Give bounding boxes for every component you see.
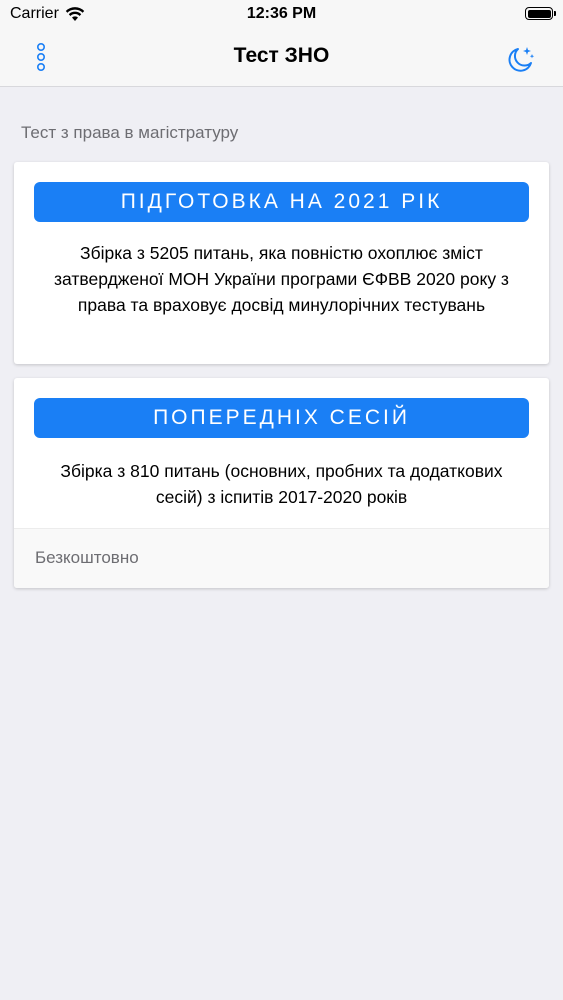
- preparation-2021-button[interactable]: ПІДГОТОВКА НА 2021 РІК: [34, 182, 529, 222]
- moon-stars-icon: [508, 47, 535, 72]
- night-mode-button[interactable]: [505, 44, 537, 74]
- card-preparation-2021: ПІДГОТОВКА НА 2021 РІК Збірка з 5205 пит…: [14, 162, 549, 364]
- card-description: Збірка з 5205 питань, яка повністю охопл…: [54, 243, 509, 315]
- section-header: Тест з права в магістратуру: [21, 123, 239, 142]
- navigation-bar: Тест ЗНО: [0, 30, 563, 87]
- status-bar: Carrier 12:36 PM: [0, 0, 563, 30]
- status-time: 12:36 PM: [246, 5, 317, 22]
- card-description: Збірка з 810 питань (основних, пробних т…: [60, 461, 503, 507]
- page-title: Тест ЗНО: [233, 44, 330, 67]
- free-label: Безкоштовно: [35, 548, 139, 567]
- card-footer: Безкоштовно: [14, 528, 549, 588]
- battery-icon: [525, 7, 556, 20]
- card-previous-sessions: ПОПЕРЕДНІХ СЕСІЙ Збірка з 810 питань (ос…: [14, 378, 549, 588]
- previous-sessions-button[interactable]: ПОПЕРЕДНІХ СЕСІЙ: [34, 398, 529, 438]
